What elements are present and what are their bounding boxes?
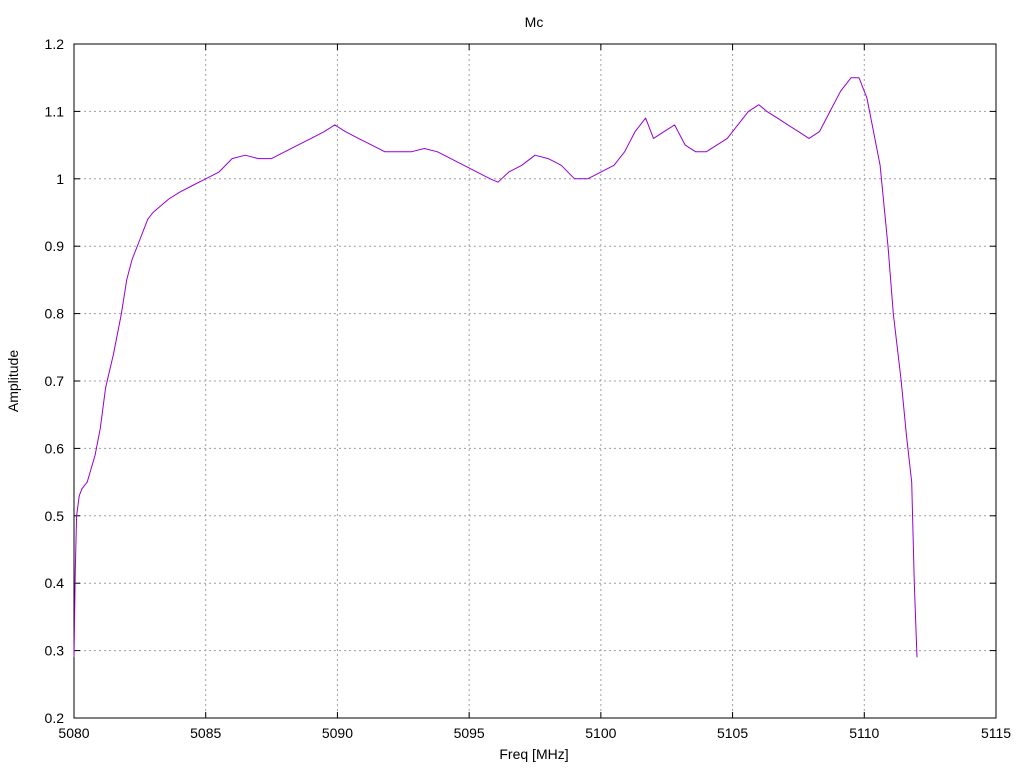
x-tick-label: 5105 <box>717 725 748 741</box>
y-tick-label: 0.6 <box>45 440 65 456</box>
y-tick-label: 0.2 <box>45 710 65 726</box>
y-axis-label: Amplitude <box>5 350 21 412</box>
series-layer <box>73 77 918 658</box>
x-tick-label: 5095 <box>454 725 485 741</box>
x-tick-label: 5080 <box>58 725 89 741</box>
grid <box>74 44 996 718</box>
chart-title: Mc <box>525 14 544 30</box>
y-tick-label: 0.5 <box>45 508 65 524</box>
line-chart: Mc 5080 5085 5090 5095 5100 5105 5110 5115 0.2 0.… <box>5 14 1012 762</box>
y-tick-label: 0.3 <box>45 643 65 659</box>
x-tick-label: 5085 <box>190 725 221 741</box>
x-tick-label: 5100 <box>585 725 616 741</box>
tick-labels: 5080 5085 5090 5095 5100 5105 5110 5115 0.2 0.3 0.… <box>45 36 1012 741</box>
y-tick-label: 0.9 <box>45 238 65 254</box>
x-tick-label: 5110 <box>849 725 879 741</box>
y-tick-label: 1.2 <box>45 36 65 52</box>
y-tick-label: 1 <box>56 171 64 187</box>
series-line <box>73 77 918 658</box>
x-tick-label: 5090 <box>322 725 353 741</box>
y-tick-label: 0.4 <box>45 575 65 591</box>
x-tick-label: 5115 <box>981 725 1011 741</box>
x-axis-label: Freq [MHz] <box>499 746 568 762</box>
y-tick-label: 0.7 <box>45 373 65 389</box>
y-tick-label: 0.8 <box>45 306 65 322</box>
y-tick-label: 1.1 <box>45 103 65 119</box>
